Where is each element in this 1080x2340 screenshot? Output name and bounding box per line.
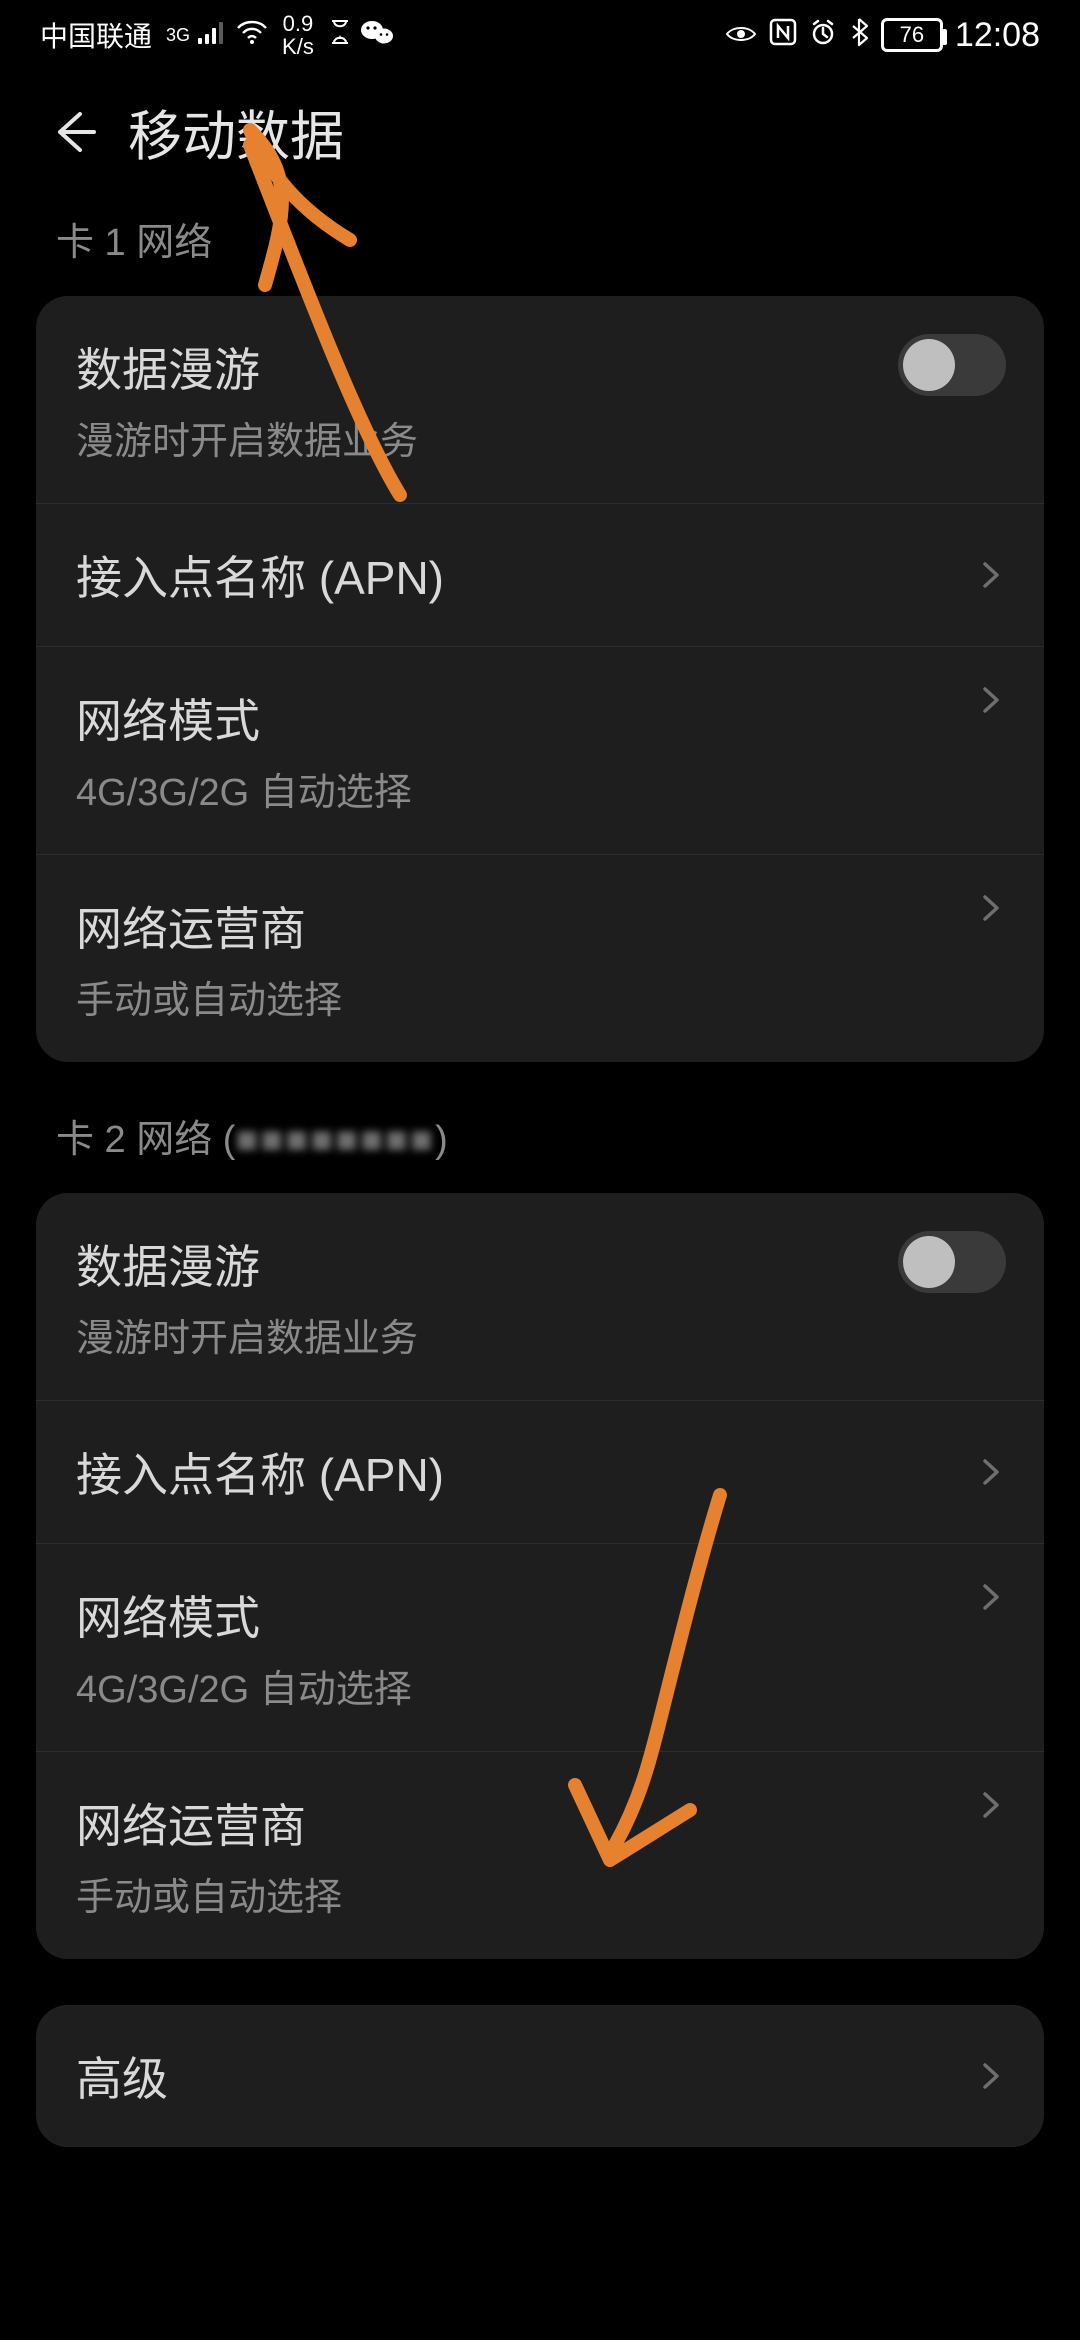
eye-icon: [725, 20, 757, 50]
data-roaming-subtitle: 漫游时开启数据业务: [76, 1307, 898, 1362]
section-2-label: 卡 2 网络 (: [56, 1119, 235, 1161]
status-bar-left: 中国联通 3G 0.9 K/s: [40, 12, 394, 58]
net-speed-value: 0.9: [282, 12, 314, 35]
data-roaming-subtitle: 漫游时开启数据业务: [76, 410, 898, 465]
chevron-right-icon: [976, 1457, 1006, 1487]
network-mode-row-sim2[interactable]: 网络模式 4G/3G/2G 自动选择: [36, 1543, 1044, 1751]
carrier-label: 中国联通: [40, 15, 152, 55]
data-roaming-title: 数据漫游: [76, 334, 898, 400]
chevron-right-icon: [976, 1582, 1006, 1612]
network-mode-title: 网络模式: [76, 1582, 960, 1648]
chevron-right-icon: [976, 560, 1006, 590]
apn-row-sim1[interactable]: 接入点名称 (APN): [36, 503, 1044, 646]
network-mode-title: 网络模式: [76, 685, 960, 751]
battery-percent: 76: [900, 22, 924, 48]
section-2-redacted: ■■■■■■■■: [235, 1119, 435, 1162]
status-bar: 中国联通 3G 0.9 K/s 76: [0, 0, 1080, 70]
status-clock: 12:08: [955, 16, 1040, 55]
nfc-icon: [769, 18, 797, 52]
battery-indicator: 76: [881, 18, 943, 52]
apn-row-sim2[interactable]: 接入点名称 (APN): [36, 1400, 1044, 1543]
network-mode-subtitle: 4G/3G/2G 自动选择: [76, 1658, 960, 1713]
wechat-icon: [360, 19, 394, 51]
carrier-title: 网络运营商: [76, 893, 960, 959]
section-1-header: 卡 1 网络: [0, 211, 1080, 296]
back-button[interactable]: [50, 108, 98, 156]
network-gen-badge: 3G: [166, 25, 190, 46]
bluetooth-icon: [849, 17, 869, 53]
hourglass-icon: [328, 18, 352, 52]
alarm-icon: [809, 18, 837, 52]
back-arrow-icon: [50, 108, 98, 156]
carrier-row-sim2[interactable]: 网络运营商 手动或自动选择: [36, 1751, 1044, 1959]
carrier-subtitle: 手动或自动选择: [76, 969, 960, 1024]
advanced-row[interactable]: 高级: [36, 2005, 1044, 2147]
data-roaming-toggle-sim1[interactable]: [898, 334, 1006, 396]
net-speed-unit: K/s: [282, 35, 314, 58]
carrier-title: 网络运营商: [76, 1790, 960, 1856]
page-title: 移动数据: [128, 92, 344, 171]
section-2-header: 卡 2 网络 (■■■■■■■■): [0, 1108, 1080, 1193]
data-roaming-row-sim1[interactable]: 数据漫游 漫游时开启数据业务: [36, 296, 1044, 503]
chevron-right-icon: [976, 893, 1006, 923]
advanced-title: 高级: [76, 2043, 960, 2109]
carrier-subtitle: 手动或自动选择: [76, 1866, 960, 1921]
carrier-row-sim1[interactable]: 网络运营商 手动或自动选择: [36, 854, 1044, 1062]
apn-title: 接入点名称 (APN): [76, 542, 960, 608]
network-mode-row-sim1[interactable]: 网络模式 4G/3G/2G 自动选择: [36, 646, 1044, 854]
network-mode-subtitle: 4G/3G/2G 自动选择: [76, 761, 960, 816]
advanced-card: 高级: [36, 2005, 1044, 2147]
chevron-right-icon: [976, 2061, 1006, 2091]
apn-title: 接入点名称 (APN): [76, 1439, 960, 1505]
data-roaming-toggle-sim2[interactable]: [898, 1231, 1006, 1293]
section-1-card: 数据漫游 漫游时开启数据业务 接入点名称 (APN) 网络模式 4G/3G/2G…: [36, 296, 1044, 1062]
net-speed-indicator: 0.9 K/s: [282, 12, 314, 58]
section-2-card: 数据漫游 漫游时开启数据业务 接入点名称 (APN) 网络模式 4G/3G/2G…: [36, 1193, 1044, 1959]
data-roaming-title: 数据漫游: [76, 1231, 898, 1297]
data-roaming-row-sim2[interactable]: 数据漫游 漫游时开启数据业务: [36, 1193, 1044, 1400]
status-bar-right: 76 12:08: [725, 16, 1040, 55]
title-bar: 移动数据: [0, 70, 1080, 211]
wifi-icon: [236, 20, 268, 50]
signal-bars-icon: [198, 20, 228, 50]
section-2-label-tail: ): [435, 1119, 448, 1161]
chevron-right-icon: [976, 1790, 1006, 1820]
chevron-right-icon: [976, 685, 1006, 715]
